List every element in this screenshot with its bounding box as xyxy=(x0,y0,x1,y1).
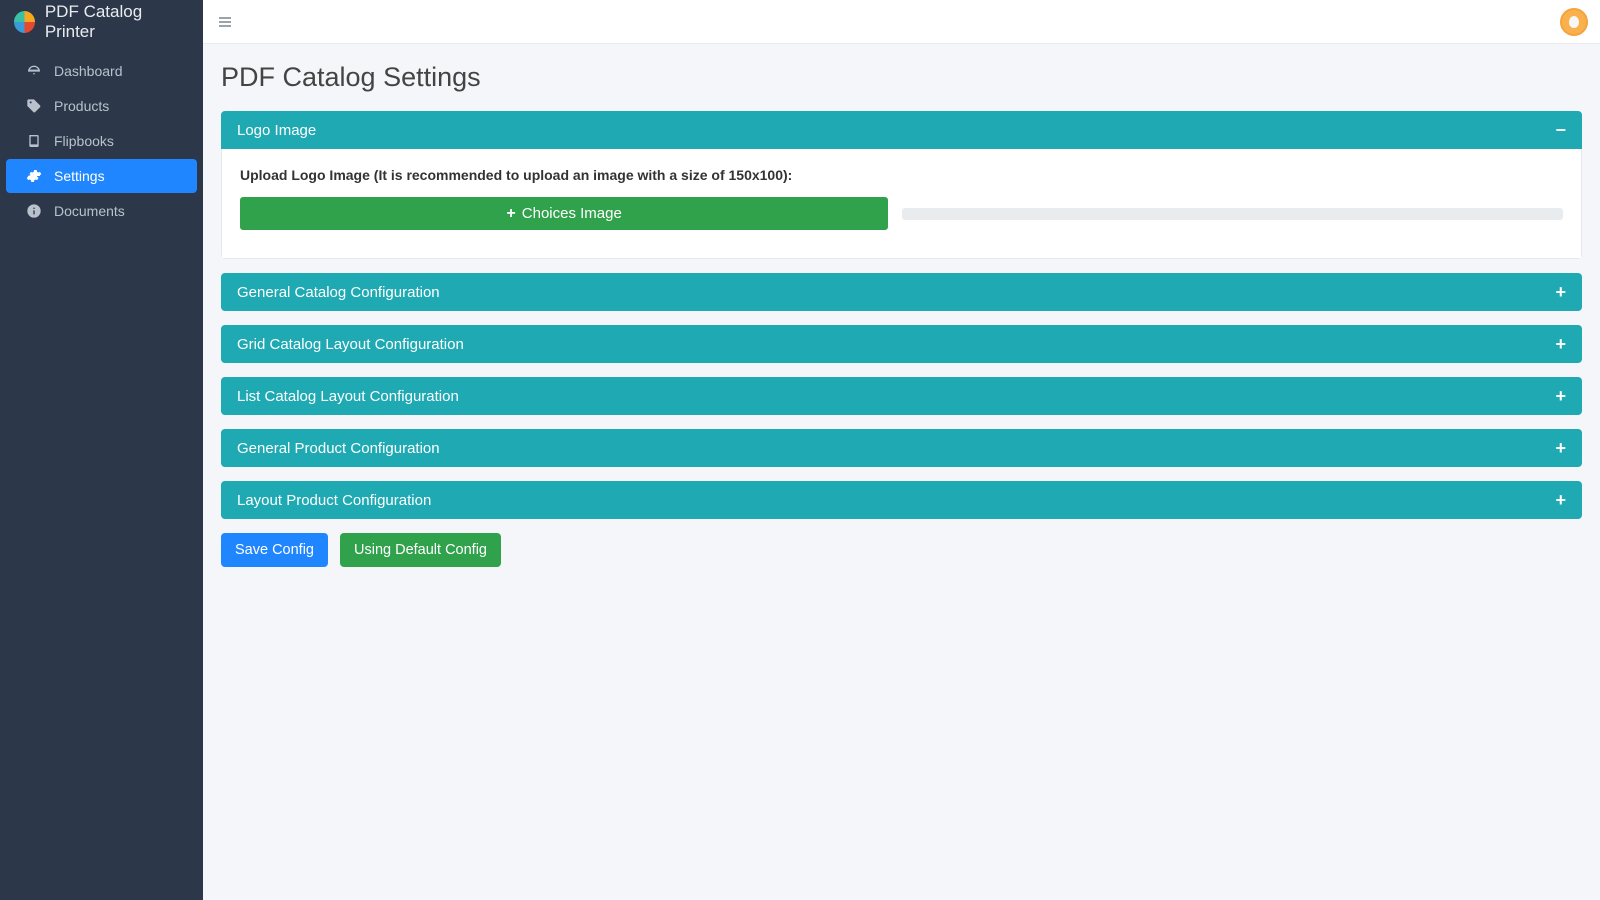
brand-logo-icon xyxy=(14,11,35,33)
action-row: Save Config Using Default Config xyxy=(221,533,1582,567)
panel-header-grid-layout[interactable]: Grid Catalog Layout Configuration + xyxy=(221,325,1582,363)
panel-list-layout: List Catalog Layout Configuration + xyxy=(221,377,1582,415)
panel-header-general-catalog[interactable]: General Catalog Configuration + xyxy=(221,273,1582,311)
panel-logo-image: Logo Image − Upload Logo Image (It is re… xyxy=(221,111,1582,259)
page-title: PDF Catalog Settings xyxy=(221,62,1582,93)
tag-icon xyxy=(26,98,42,114)
panel-title: Layout Product Configuration xyxy=(237,492,431,509)
panel-header-list-layout[interactable]: List Catalog Layout Configuration + xyxy=(221,377,1582,415)
sidebar-item-documents[interactable]: Documents xyxy=(6,194,197,228)
panel-general-product: General Product Configuration + xyxy=(221,429,1582,467)
expand-icon: + xyxy=(1555,283,1566,301)
sidebar-nav: Dashboard Products Flipbooks Settings Do… xyxy=(0,44,203,229)
expand-icon: + xyxy=(1555,387,1566,405)
main: PDF Catalog Settings Logo Image − Upload… xyxy=(203,0,1600,900)
avatar[interactable] xyxy=(1560,8,1588,36)
panel-body-logo: Upload Logo Image (It is recommended to … xyxy=(221,149,1582,259)
panel-general-catalog: General Catalog Configuration + xyxy=(221,273,1582,311)
sidebar-item-label: Documents xyxy=(54,203,125,219)
sidebar-item-dashboard[interactable]: Dashboard xyxy=(6,54,197,88)
save-config-button[interactable]: Save Config xyxy=(221,533,328,567)
panel-title: Logo Image xyxy=(237,122,316,139)
upload-logo-label: Upload Logo Image (It is recommended to … xyxy=(240,167,1563,183)
sidebar-item-label: Products xyxy=(54,98,109,114)
brand-name: PDF Catalog Printer xyxy=(45,2,189,42)
panel-layout-product: Layout Product Configuration + xyxy=(221,481,1582,519)
expand-icon: + xyxy=(1555,335,1566,353)
panel-grid-layout: Grid Catalog Layout Configuration + xyxy=(221,325,1582,363)
panel-title: General Product Configuration xyxy=(237,440,440,457)
content: PDF Catalog Settings Logo Image − Upload… xyxy=(203,44,1600,607)
topbar xyxy=(203,0,1600,44)
sidebar-item-settings[interactable]: Settings xyxy=(6,159,197,193)
choose-image-label: Choices Image xyxy=(522,205,622,222)
sidebar: PDF Catalog Printer Dashboard Products F… xyxy=(0,0,203,900)
sidebar-item-label: Dashboard xyxy=(54,63,123,79)
default-config-button[interactable]: Using Default Config xyxy=(340,533,501,567)
expand-icon: + xyxy=(1555,439,1566,457)
panel-title: Grid Catalog Layout Configuration xyxy=(237,336,464,353)
sidebar-item-label: Flipbooks xyxy=(54,133,114,149)
panel-title: General Catalog Configuration xyxy=(237,284,440,301)
sidebar-item-label: Settings xyxy=(54,168,105,184)
choose-image-button[interactable]: + Choices Image xyxy=(240,197,888,230)
panel-header-logo[interactable]: Logo Image − xyxy=(221,111,1582,149)
collapse-icon: − xyxy=(1555,121,1566,139)
panel-header-layout-product[interactable]: Layout Product Configuration + xyxy=(221,481,1582,519)
upload-row: + Choices Image xyxy=(240,197,1563,230)
plus-icon: + xyxy=(506,206,515,222)
book-icon xyxy=(26,133,42,149)
gear-icon xyxy=(26,168,42,184)
info-icon xyxy=(26,203,42,219)
upload-progress-bar xyxy=(902,208,1563,220)
panel-header-general-product[interactable]: General Product Configuration + xyxy=(221,429,1582,467)
sidebar-item-products[interactable]: Products xyxy=(6,89,197,123)
panel-title: List Catalog Layout Configuration xyxy=(237,388,459,405)
menu-toggle-icon[interactable] xyxy=(215,12,235,32)
brand: PDF Catalog Printer xyxy=(0,0,203,44)
expand-icon: + xyxy=(1555,491,1566,509)
dashboard-icon xyxy=(26,63,42,79)
sidebar-item-flipbooks[interactable]: Flipbooks xyxy=(6,124,197,158)
